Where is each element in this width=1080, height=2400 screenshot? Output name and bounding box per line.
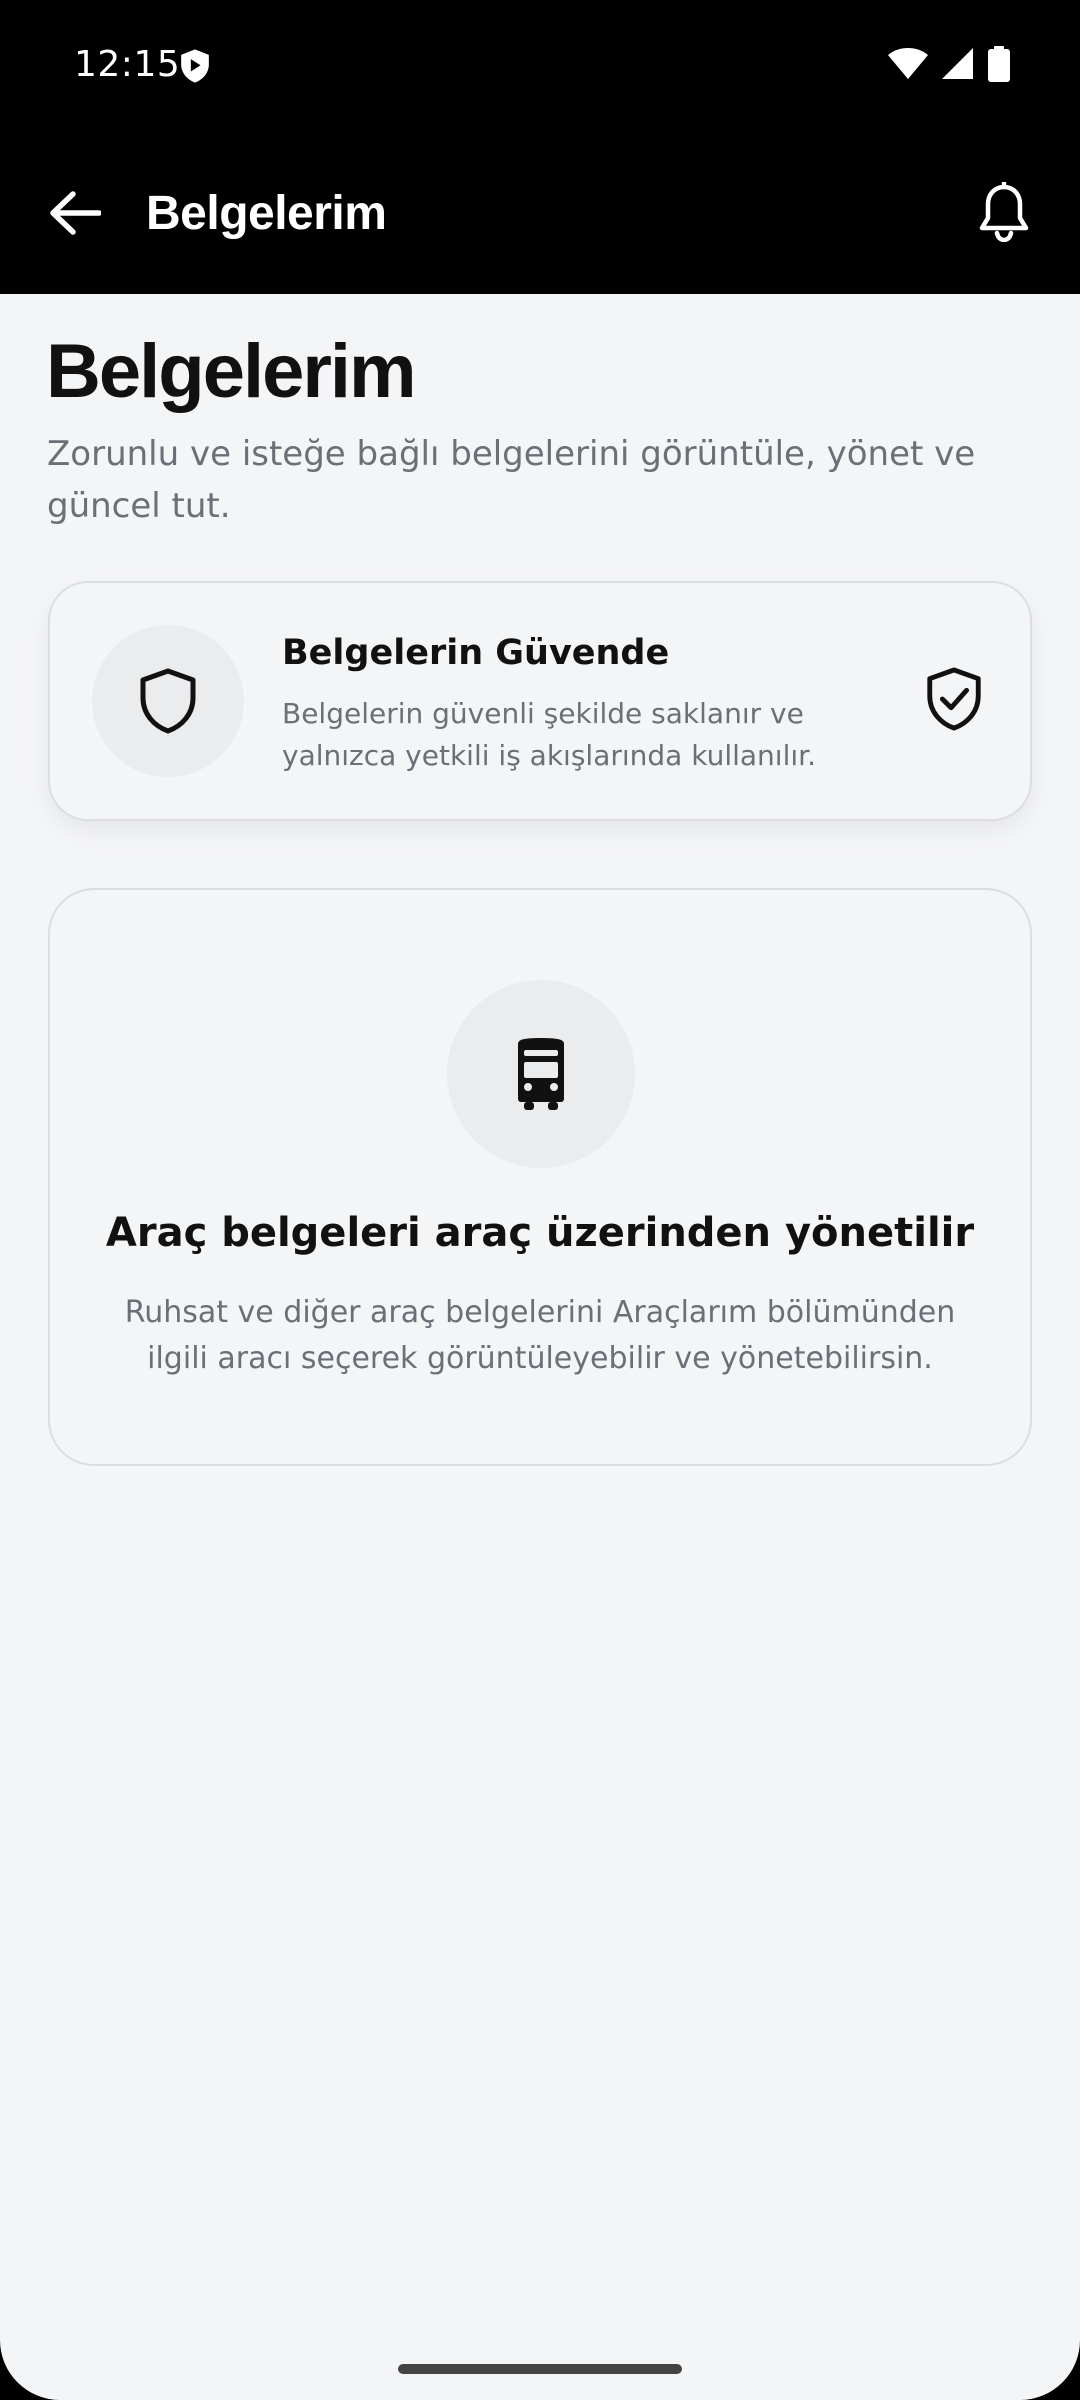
security-card-title: Belgelerin Güvende: [282, 633, 670, 673]
arrow-left-icon: [50, 191, 101, 235]
shield-icon: [181, 49, 209, 83]
bus-icon: [518, 1038, 564, 1110]
vehicle-card-title: Araç belgeleri araç üzerinden yönetilir: [105, 1210, 975, 1256]
home-indicator[interactable]: [398, 2364, 682, 2374]
screen: 12:15 Belgelerim Belgelerim Zorunlu ve i…: [0, 0, 1080, 2400]
signal-icon: [942, 48, 973, 79]
battery-icon: [988, 46, 1010, 82]
security-card-description: Belgelerin güvenli şekilde saklanır ve y…: [282, 697, 816, 772]
bell-icon: [979, 182, 1029, 242]
shield-check-icon: [927, 667, 981, 731]
wifi-icon: [888, 48, 928, 79]
page-title: Belgelerim: [46, 329, 417, 414]
status-icons: [888, 46, 1010, 82]
app-bar: Belgelerim: [0, 130, 1080, 294]
back-button[interactable]: [40, 178, 110, 248]
shield-icon: [140, 668, 196, 734]
status-bar: 12:15: [0, 0, 1080, 130]
vehicle-documents-card: Araç belgeleri araç üzerinden yönetilir …: [48, 888, 1032, 1466]
status-time: 12:15: [74, 44, 181, 85]
security-info-card: Belgelerin Güvende Belgelerin güvenli şe…: [48, 581, 1032, 821]
notifications-button[interactable]: [968, 176, 1040, 248]
page-subtitle: Zorunlu ve isteğe bağlı belgelerini görü…: [47, 434, 976, 526]
security-icon-container: [92, 625, 244, 777]
bus-icon-container: [447, 980, 635, 1168]
app-bar-title: Belgelerim: [146, 187, 387, 240]
vehicle-card-description: Ruhsat ve diğer araç belgelerini Araçlar…: [124, 1295, 956, 1376]
